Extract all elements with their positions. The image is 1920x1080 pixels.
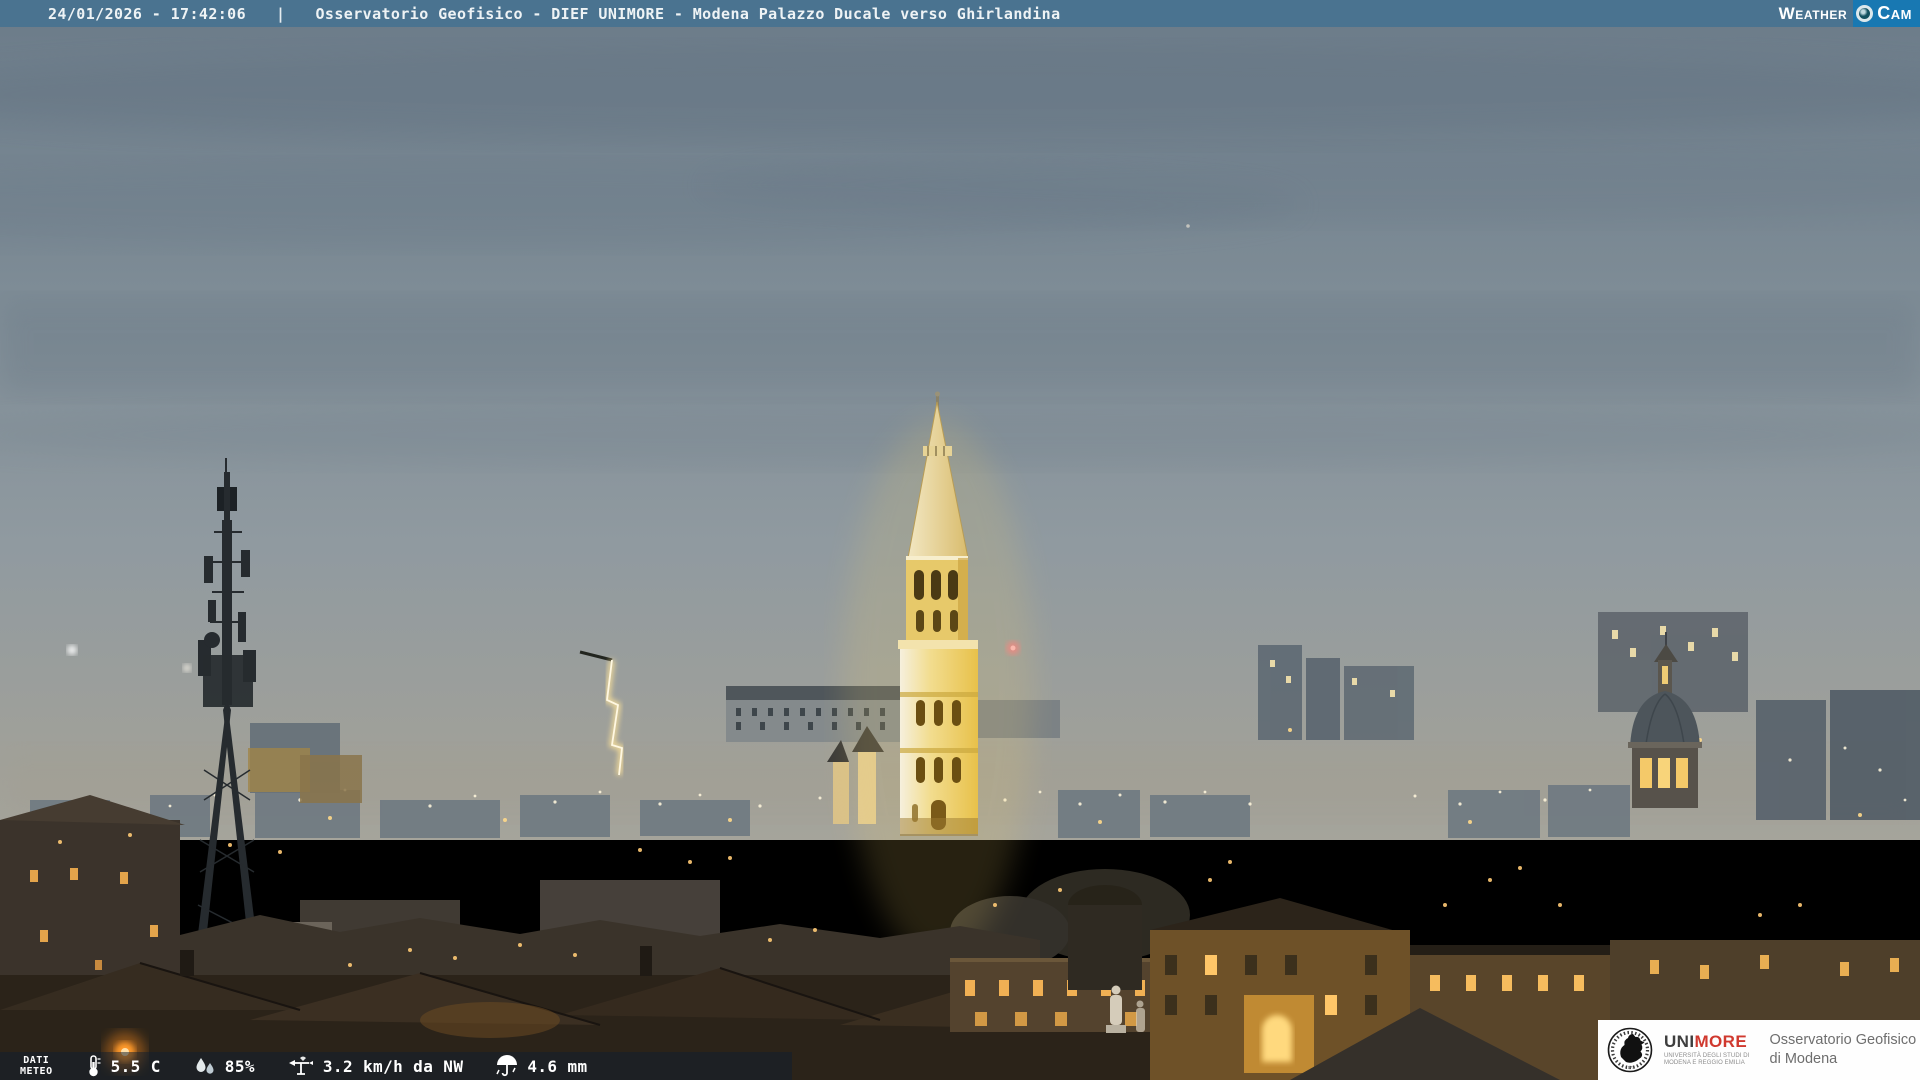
wind-vane-icon — [287, 1054, 315, 1078]
temperature-reading: 5.5 C — [83, 1054, 161, 1078]
camera-lens-icon — [1856, 5, 1873, 22]
webcam-title: Osservatorio Geofisico - DIEF UNIMORE - … — [315, 5, 1060, 23]
humidity-reading: 85% — [193, 1054, 255, 1078]
weathercam-logo-weather: WEATHER — [1779, 4, 1848, 24]
rain-umbrella-icon — [495, 1054, 519, 1078]
weathercam-logo: WEATHER CAM — [1779, 0, 1920, 27]
unimore-wordmark: UNIMORE UNIVERSITÀ DEGLI STUDI DI MODENA… — [1664, 1033, 1750, 1068]
datetime-text: 24/01/2026 - 17:42:06 — [48, 5, 246, 23]
header-bar: 24/01/2026 - 17:42:06 | Osservatorio Geo… — [0, 0, 1920, 27]
observatory-name: Osservatorio Geofisico di Modena — [1770, 1031, 1917, 1069]
precipitation-reading: 4.6 mm — [495, 1054, 587, 1078]
unimore-uni: UNI — [1664, 1032, 1694, 1051]
unimore-branding-box: 1175 UNIMORE UNIVERSITÀ DEGLI STUDI DI M… — [1598, 1020, 1920, 1080]
unimore-more: MORE — [1694, 1032, 1747, 1051]
humidity-drops-icon — [193, 1054, 217, 1078]
header-caption: 24/01/2026 - 17:42:06 | Osservatorio Geo… — [0, 5, 1061, 23]
weathercam-logo-cam-box: CAM — [1853, 0, 1920, 27]
webcam-photo-modena-skyline — [0, 0, 1920, 1080]
weathercam-logo-cam: CAM — [1877, 3, 1912, 24]
weather-data-bar: DATI METEO 5.5 C 85% 3.2 km/h da NW — [0, 1052, 792, 1080]
weather-data-label: DATI METEO — [20, 1055, 53, 1078]
svg-text:1175: 1175 — [1625, 1065, 1635, 1070]
wind-reading: 3.2 km/h da NW — [287, 1054, 463, 1078]
unimore-subtitle: UNIVERSITÀ DEGLI STUDI DI MODENA E REGGI… — [1664, 1053, 1750, 1068]
lit-arch-window — [1262, 1015, 1292, 1062]
unimore-seal-icon: 1175 — [1607, 1027, 1653, 1073]
thermometer-icon — [83, 1054, 103, 1078]
header-separator: | — [276, 5, 285, 23]
sky-light-dot — [1186, 224, 1190, 228]
